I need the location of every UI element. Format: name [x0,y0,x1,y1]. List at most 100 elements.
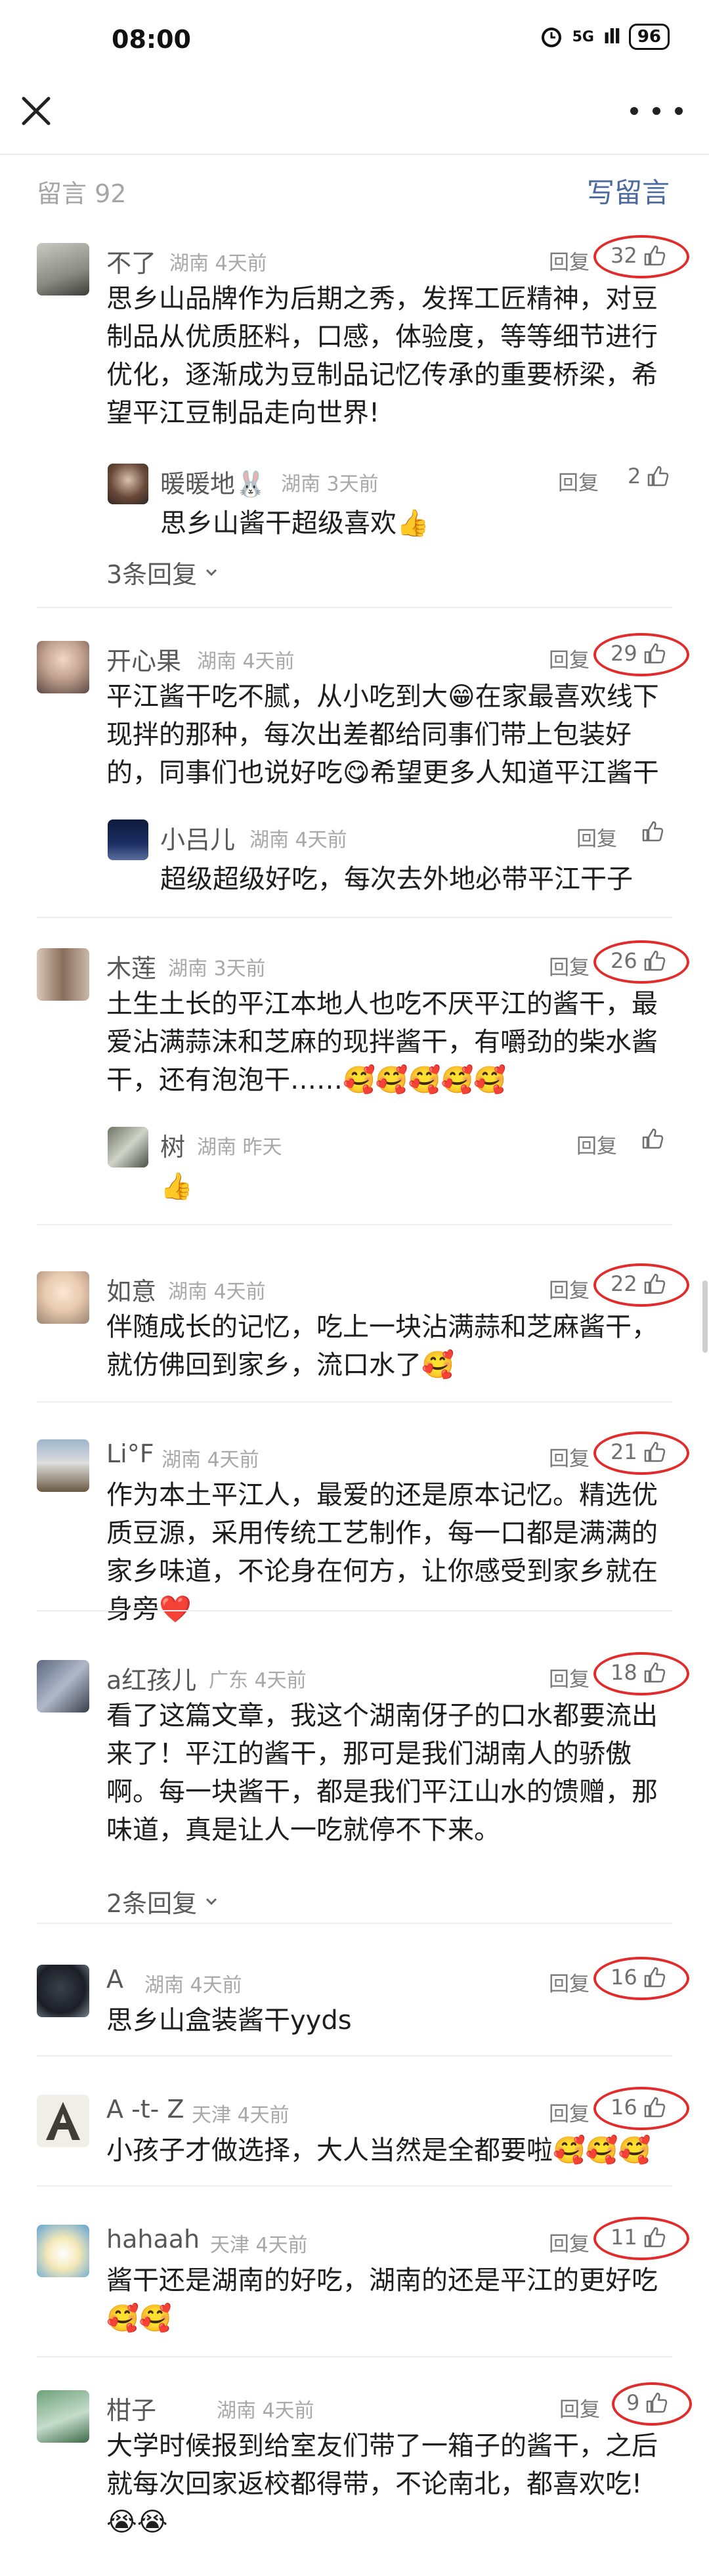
avatar [37,2390,89,2443]
comment-item: A -t- Z 天津 4天前 回复 16 小孩子才做选择，大人当然是全都要啦🥰🥰… [0,2087,709,2184]
comment-text: 平江酱干吃不腻，从小吃到大😁在家最喜欢线下现拌的那种，每次出差都给同事们带上包装… [106,682,659,788]
comment-author: Li°F [106,1439,154,1468]
comment-meta: 湖南 4天前 [197,650,295,673]
like-button[interactable]: 2 [628,464,670,489]
reply-button[interactable]: 回复 [559,2393,600,2422]
write-comment-button[interactable]: 写留言 [587,171,670,211]
divider [37,607,672,608]
comment-item: 如意 湖南 4天前 回复 22 伴随成长的记忆，吃上一块沾满蒜和芝麻酱干，就仿佛… [0,1263,709,1387]
comment-meta: 天津 4天前 [192,2104,290,2127]
divider [37,1610,672,1611]
thumbs-up-icon [642,821,664,842]
reply-button[interactable]: 回复 [549,2227,590,2257]
comment-author: 开心果 [106,647,182,676]
highlight-circle [593,2217,689,2260]
highlight-circle [593,235,689,278]
comment-meta: 湖南 3天前 [168,957,266,980]
status-time: 08:00 [112,25,191,54]
comment-count: 留言 92 [37,179,127,208]
reply-avatar [108,464,148,504]
divider [37,2055,672,2057]
avatar [37,948,89,1001]
reply-text: 思乡山酱干超级喜欢👍 [160,508,429,538]
thumbs-up-icon [642,1128,664,1149]
reply-avatar [108,1127,148,1168]
reply-button[interactable]: 回复 [549,1442,590,1472]
comment-item: Li°F 湖南 4天前 回复 21 作为本土平江人，最爱的还是原本记忆。精选优质… [0,1431,709,1625]
comment-text: 土生土长的平江本地人也吃不厌平江的酱干，最爱沾满蒜沫和芝麻的现拌酱干，有嚼劲的柴… [106,989,658,1095]
comment-item: 木莲 湖南 3天前 回复 26 土生土长的平江本地人也吃不厌平江的酱干，最爱沾满… [0,940,709,1221]
comment-author: 柑子 [106,2396,157,2425]
reply-button[interactable]: 回复 [549,951,590,980]
reply-button[interactable]: 回复 [549,1274,590,1303]
avatar [37,1965,89,2017]
chevron-down-icon [206,569,217,576]
comment-text: 小孩子才做选择，大人当然是全都要啦🥰🥰🥰 [106,2135,651,2166]
comment-text: 酱干还是湖南的好吃，湖南的还是平江的更好吃🥰🥰 [106,2265,658,2334]
reply-button[interactable]: 回复 [549,246,590,275]
section-divider [0,154,709,155]
reply-text: 超级超级好吃，每次去外地必带平江干子 [160,864,633,894]
avatar [37,2095,89,2147]
reply-button[interactable]: 回复 [549,1967,590,1997]
reply-avatar [108,819,148,860]
comment-text: 大学时候报到给室友们带了一箱子的酱干，之后就每次回家返校都得带，不论南北，都喜欢… [106,2431,658,2537]
reply-author: 小吕儿 [160,825,236,854]
expand-replies-button[interactable]: 2条回复 [106,1883,219,1919]
comment-author: 木莲 [106,954,157,983]
reply-text: 👍 [160,1171,193,1202]
comment-item: A 湖南 4天前 回复 16 思乡山盒装酱干yyds [0,1957,709,2054]
comment-item: hahaah 天津 4天前 回复 11 酱干还是湖南的好吃，湖南的还是平江的更好… [0,2217,709,2353]
divider [37,2185,672,2187]
comment-meta: 湖南 4天前 [168,1280,266,1303]
avatar [37,1271,89,1324]
comment-author: 如意 [106,1277,157,1306]
comment-text: 思乡山品牌作为后期之秀，发挥工匠精神，对豆制品从优质胚料，口感，体验度，等等细节… [106,284,658,428]
scrollbar[interactable] [702,1280,708,1353]
more-icon[interactable] [630,93,683,129]
top-nav [0,79,709,158]
divider [37,917,672,918]
divider [37,1224,672,1225]
divider [37,1923,672,1924]
comment-meta: 湖南 4天前 [169,252,267,275]
expand-replies-button[interactable]: 3条回复 [106,554,219,590]
reply-meta: 湖南 3天前 [281,473,379,496]
signal-icon: ıll [603,25,621,49]
like-button[interactable] [641,1127,664,1150]
comment-item: a红孩儿 广东 4天前 回复 18 看了这篇文章，我这个湖南伢子的口水都要流出来… [0,1652,709,1920]
letter-a-icon [46,2102,80,2140]
highlight-circle [593,1263,689,1307]
comment-meta: 广东 4天前 [209,1669,307,1692]
comment-text: 思乡山盒装酱干yyds [106,2005,352,2036]
comments-header: 留言 92 写留言 [0,169,709,215]
reply-button[interactable]: 回复 [576,822,617,852]
status-icons: 5G ıll 96 [540,24,670,50]
highlight-circle [593,2087,689,2130]
status-bar: 08:00 5G ıll 96 [0,0,709,79]
avatar [37,1439,89,1492]
comment-item: 不了 湖南 4天前 回复 32 思乡山品牌作为后期之秀，发挥工匠精神，对豆制品从… [0,235,709,604]
reply-button[interactable]: 回复 [558,466,599,496]
reply-button[interactable]: 回复 [549,2097,590,2127]
comment-text: 看了这篇文章，我这个湖南伢子的口水都要流出来了！平江的酱干，那可是我们湖南人的骄… [106,1701,658,1845]
close-icon[interactable] [18,93,54,129]
like-button[interactable] [641,819,664,843]
comment-author: A -t- Z [106,2095,184,2124]
reply-button[interactable]: 回复 [549,1663,590,1692]
divider [37,1401,672,1403]
divider [37,2356,672,2357]
reply-button[interactable]: 回复 [576,1129,617,1159]
comment-meta: 湖南 4天前 [161,1449,259,1472]
reply-author: 暖暖地🐰 [160,469,267,498]
highlight-circle [593,1652,689,1695]
highlight-circle [612,2382,692,2426]
highlight-circle [593,633,689,676]
avatar [37,1660,89,1713]
highlight-circle [593,1431,689,1475]
comment-author: A [106,1965,123,1994]
comment-item: 柑子 湖南 4天前 回复 9 大学时候报到给室友们带了一箱子的酱干，之后就每次回… [0,2382,709,2571]
reply-button[interactable]: 回复 [549,644,590,673]
comment-meta: 湖南 4天前 [217,2399,314,2422]
battery-icon: 96 [628,24,670,50]
